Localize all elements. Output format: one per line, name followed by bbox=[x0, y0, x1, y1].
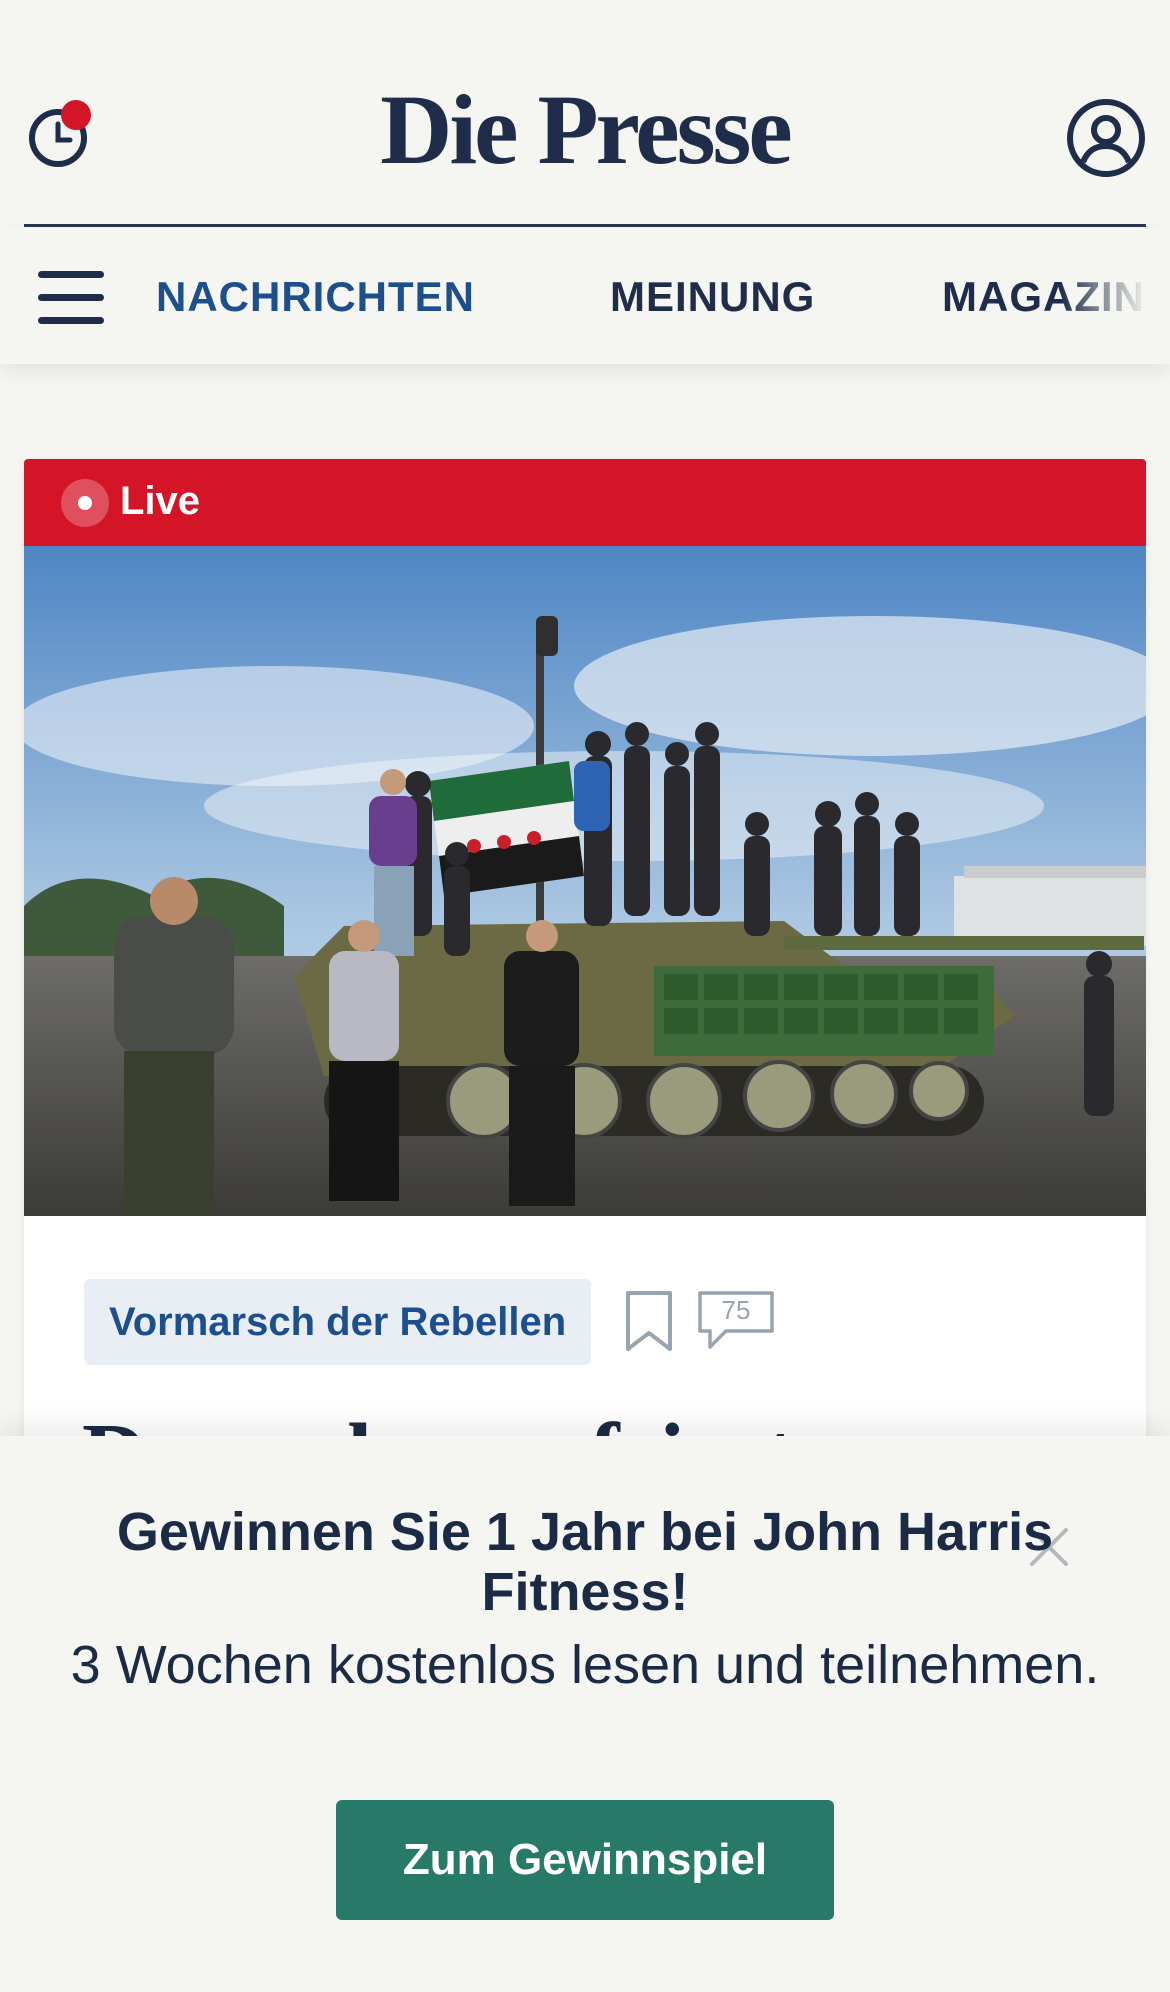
nav-scroll-fade bbox=[1060, 227, 1170, 364]
comment-count: 75 bbox=[721, 1295, 751, 1325]
live-indicator-icon bbox=[61, 479, 109, 527]
article-teaser-card[interactable]: Live Vormarsch der Rebellen 75 Damaskus … bbox=[24, 459, 1146, 1459]
comments-button[interactable]: 75 bbox=[696, 1289, 776, 1353]
user-icon bbox=[1067, 99, 1145, 177]
cta-button[interactable]: Zum Gewinnspiel bbox=[336, 1800, 834, 1920]
promo-title: Gewinnen Sie 1 Jahr bei John Harris Fitn… bbox=[116, 1502, 1054, 1622]
bookmark-icon[interactable] bbox=[624, 1289, 674, 1353]
hamburger-menu-icon[interactable] bbox=[38, 271, 104, 325]
main-navigation: NACHRICHTEN MEINUNG MAGAZIN bbox=[0, 227, 1170, 364]
nav-item-nachrichten[interactable]: NACHRICHTEN bbox=[156, 273, 475, 321]
promo-banner: Gewinnen Sie 1 Jahr bei John Harris Fitn… bbox=[0, 1436, 1170, 1992]
site-logo[interactable]: Die Presse bbox=[0, 80, 1170, 180]
live-banner: Live bbox=[24, 459, 1146, 546]
site-header: Die Presse bbox=[0, 0, 1170, 226]
live-label: Live bbox=[120, 479, 201, 523]
nav-item-meinung[interactable]: MEINUNG bbox=[610, 273, 815, 321]
article-image[interactable] bbox=[24, 546, 1146, 1216]
topic-tag[interactable]: Vormarsch der Rebellen bbox=[84, 1279, 592, 1365]
account-button[interactable] bbox=[1066, 98, 1146, 178]
promo-subtitle: 3 Wochen kostenlos lesen und teilnehmen. bbox=[70, 1635, 1100, 1695]
